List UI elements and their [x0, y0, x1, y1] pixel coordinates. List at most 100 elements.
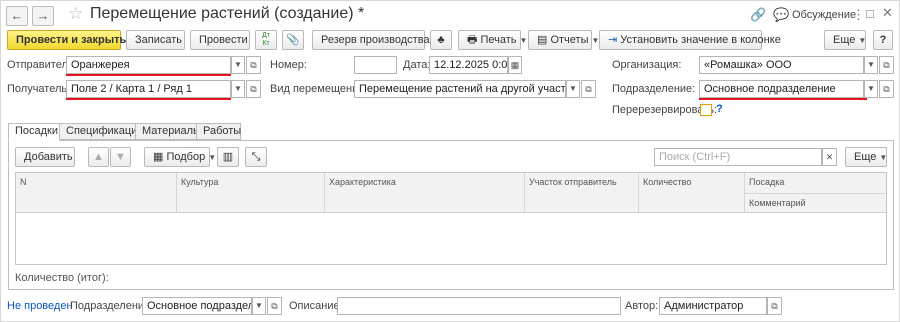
pick-label: Подбор [166, 151, 206, 163]
sender-open-button[interactable]: ⧉ [246, 56, 261, 74]
sender-dropdown-button[interactable]: ▼ [231, 56, 245, 74]
close-icon: ✕ [825, 152, 834, 162]
pick-button[interactable]: ▦ Подбор ▼ [144, 147, 216, 167]
chevron-down-icon: ▼ [858, 36, 867, 45]
description-field[interactable] [337, 297, 621, 315]
chevron-down-icon: ▼ [569, 84, 577, 93]
column-planting-label: Посадка [749, 177, 785, 187]
link-icon[interactable]: 🔗 [750, 7, 766, 23]
author-field[interactable]: Администратор [659, 297, 767, 315]
page-title: Перемещение растений (создание) * [90, 5, 365, 22]
discussion-label[interactable]: Обсуждение [792, 9, 856, 21]
reserve-button[interactable]: Резерв производства▼ [312, 30, 440, 50]
arrow-left-icon: ← [10, 8, 24, 23]
org-label: Организация: [612, 59, 682, 71]
open-icon: ⧉ [771, 301, 778, 311]
set-column-value-button[interactable]: ⇥ Установить значение в колонке [599, 30, 781, 50]
column-planting[interactable]: Посадка Комментарий [744, 173, 886, 213]
fill-icon: ⤡ [251, 151, 261, 163]
post-and-close-button[interactable]: Провести и закрыть [7, 30, 126, 50]
open-icon: ⧉ [585, 84, 592, 94]
attach-button[interactable]: 📎 [282, 30, 304, 50]
barcode-icon: ▥ [222, 151, 234, 163]
tab-materials[interactable]: Материалы [135, 123, 201, 140]
footer-dept-label: Подразделение: [70, 300, 154, 312]
move-type-field[interactable]: Перемещение растений на другой участок [354, 80, 566, 98]
status-link[interactable]: Не проведен [7, 300, 73, 312]
search-clear-button[interactable]: ✕ [822, 148, 837, 166]
favorite-star-icon[interactable]: ☆ [68, 4, 83, 24]
dt-kt-icon: Дт Кт [262, 32, 270, 47]
column-comment[interactable]: Комментарий [745, 193, 885, 212]
date-label: Дата: [403, 59, 431, 71]
move-type-open-button[interactable]: ⧉ [581, 80, 596, 98]
receiver-highlight [66, 98, 231, 100]
column-sender-plot[interactable]: Участок отправитель [524, 173, 638, 213]
print-button[interactable]: 🖶 Печать ▼ [458, 30, 527, 50]
receiver-dropdown-button[interactable]: ▼ [231, 80, 245, 98]
description-label: Описание: [289, 300, 343, 312]
plant-button[interactable]: ♣ [430, 30, 452, 50]
column-quantity[interactable]: Количество [638, 173, 744, 213]
maximize-icon[interactable]: □ [866, 6, 874, 21]
footer-dept-open-button[interactable]: ⧉ [267, 297, 282, 315]
menu-dots-icon[interactable]: ⋮ [852, 7, 865, 23]
reports-button[interactable]: ▤ Отчеты ▼ [528, 30, 599, 50]
column-culture[interactable]: Культура [176, 173, 324, 213]
search-input[interactable]: Поиск (Ctrl+F) [654, 148, 822, 166]
dept-field[interactable]: Основное подразделение [699, 80, 864, 98]
move-type-dropdown-button[interactable]: ▼ [566, 80, 580, 98]
help-button[interactable]: ? [873, 30, 893, 50]
open-icon: ⧉ [271, 301, 278, 311]
rereserve-help-icon[interactable]: ? [716, 103, 723, 115]
number-field[interactable] [354, 56, 397, 74]
chevron-down-icon: ▼ [879, 153, 888, 162]
tab-works[interactable]: Работы [196, 123, 241, 140]
dept-dropdown-button[interactable]: ▼ [864, 80, 878, 98]
dt-kt-button[interactable]: Дт Кт [255, 30, 277, 50]
barcode-button[interactable]: ▥ [217, 147, 239, 167]
receiver-label: Получатель: [7, 83, 71, 95]
chevron-down-icon: ▼ [234, 60, 242, 69]
org-field[interactable]: «Ромашка» ООО [699, 56, 864, 74]
more-button[interactable]: Еще ▼ [824, 30, 866, 50]
column-characteristic[interactable]: Характеристика [324, 173, 524, 213]
dept-open-button[interactable]: ⧉ [879, 80, 894, 98]
footer-dept-dropdown-button[interactable]: ▼ [252, 297, 266, 315]
back-button[interactable]: ← [6, 6, 28, 26]
move-down-button[interactable]: ▼ [110, 147, 131, 167]
org-dropdown-button[interactable]: ▼ [864, 56, 878, 74]
close-icon[interactable]: ✕ [882, 5, 893, 21]
org-open-button[interactable]: ⧉ [879, 56, 894, 74]
rereserve-checkbox[interactable] [700, 104, 712, 116]
chevron-down-icon: ▼ [208, 153, 217, 162]
calendar-button[interactable]: ▦ [508, 56, 522, 74]
discussion-icon[interactable]: 💬 [773, 7, 789, 23]
dept-label: Подразделение: [612, 83, 696, 95]
save-button[interactable]: Записать [126, 30, 185, 50]
sender-field[interactable]: Оранжерея [66, 56, 231, 74]
tab-plantings[interactable]: Посадки [8, 123, 60, 141]
paperclip-icon: 📎 [286, 34, 300, 46]
calendar-icon: ▦ [510, 60, 520, 70]
plantings-table[interactable]: N Культура Характеристика Участок отправ… [15, 172, 887, 265]
arrow-down-icon: ▼ [115, 151, 126, 163]
fill-button[interactable]: ⤡ [245, 147, 267, 167]
receiver-field[interactable]: Поле 2 / Карта 1 / Ряд 1 [66, 80, 231, 98]
table-more-button[interactable]: Еще ▼ [845, 147, 887, 167]
arrow-right-icon: → [36, 8, 50, 23]
author-open-button[interactable]: ⧉ [767, 297, 782, 315]
chevron-down-icon: ▼ [255, 301, 263, 310]
date-field[interactable]: 12.12.2025 0:00:00 [429, 56, 508, 74]
post-button[interactable]: Провести [190, 30, 250, 50]
report-icon: ▤ [537, 34, 551, 46]
forward-button[interactable]: → [32, 6, 54, 26]
receiver-open-button[interactable]: ⧉ [246, 80, 261, 98]
footer-dept-field[interactable]: Основное подразделени [142, 297, 252, 315]
move-up-button[interactable]: ▲ [88, 147, 109, 167]
column-n[interactable]: N [16, 173, 176, 213]
tab-specifications[interactable]: Спецификации [59, 123, 143, 140]
add-button[interactable]: Добавить [15, 147, 75, 167]
open-icon: ⧉ [250, 60, 257, 70]
move-type-label: Вид перемещения: [270, 83, 368, 95]
